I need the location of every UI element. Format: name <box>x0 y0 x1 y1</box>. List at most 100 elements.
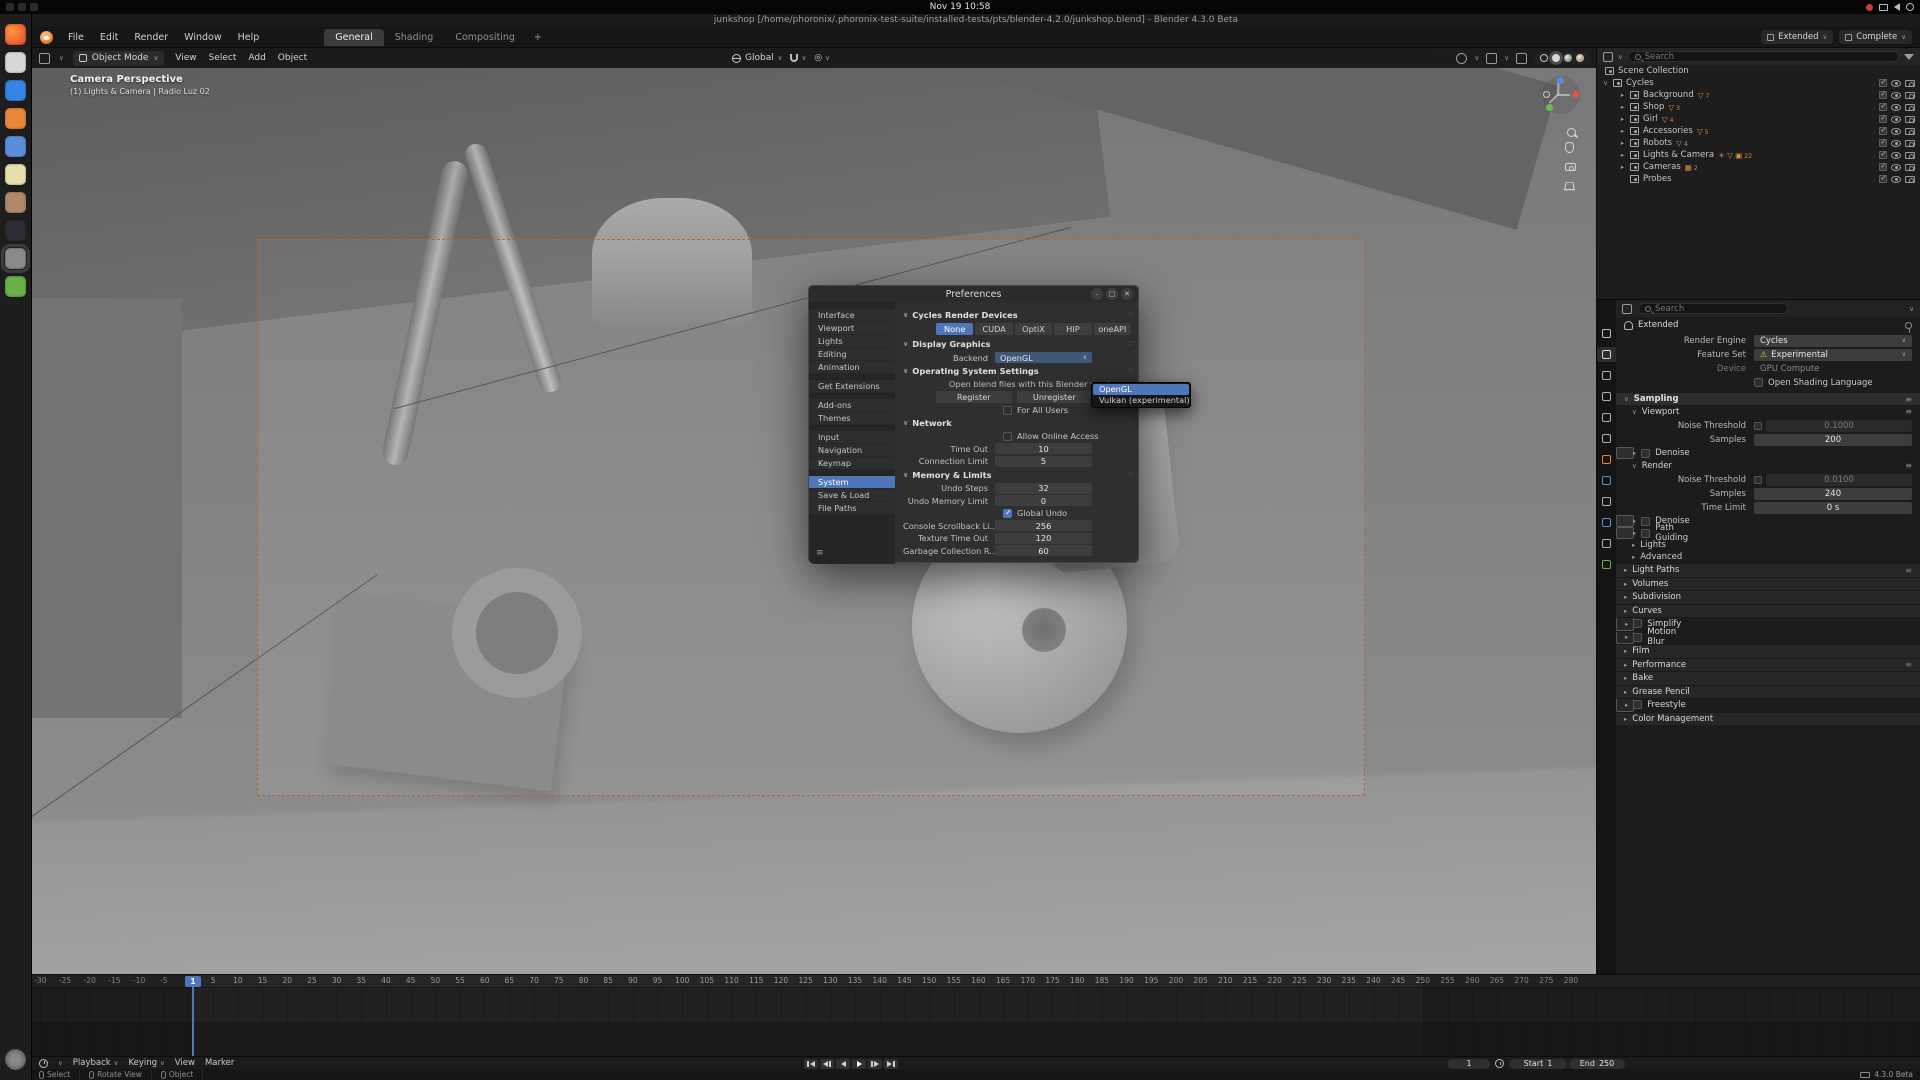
timeline-editor[interactable]: -30-25-20-15-10-551015202530354045505560… <box>32 974 1920 1056</box>
value-field[interactable]: 0 <box>995 495 1092 506</box>
checkbox-icon[interactable] <box>1633 619 1642 628</box>
properties-tab[interactable] <box>1597 326 1616 341</box>
cycles-render-devices-header[interactable]: ∨Cycles Render Devices∷ <box>903 309 1133 321</box>
outliner-row[interactable]: ▸ Robots ▽ 4 <box>1597 137 1920 149</box>
editor-type-icon[interactable] <box>39 53 50 64</box>
timeline-menu[interactable]: View <box>175 1058 195 1068</box>
checkbox-icon[interactable] <box>1633 700 1642 709</box>
toggle-xray-button[interactable] <box>1516 53 1527 64</box>
value-field[interactable]: 32 <box>995 483 1092 494</box>
chevron-right-icon[interactable]: ▸ <box>1633 529 1636 537</box>
timeline-menu[interactable]: Marker <box>205 1058 234 1068</box>
hide-viewport-eye-icon[interactable] <box>1891 92 1901 99</box>
osl-checkbox-row[interactable]: Open Shading Language <box>1754 378 1873 388</box>
dock-app-icon[interactable] <box>5 108 26 129</box>
menu-icon[interactable]: ≡ <box>816 548 824 558</box>
chevron-right-icon[interactable]: ▸ <box>1624 688 1627 696</box>
selectability-checkbox-icon[interactable] <box>1879 151 1887 159</box>
timeline-menu[interactable]: Keying∨ <box>128 1058 164 1068</box>
frame-start-field[interactable]: Start1 <box>1509 1059 1567 1069</box>
device-tab[interactable]: oneAPI <box>1094 323 1131 335</box>
snapping-toggle[interactable]: ∨ <box>790 54 806 62</box>
properties-search-input[interactable]: Search <box>1638 303 1788 314</box>
chevron-right-icon[interactable]: ▸ <box>1624 607 1627 615</box>
playhead[interactable]: 1 <box>185 976 201 987</box>
outliner-row[interactable]: Probes <box>1597 173 1920 185</box>
feature-set-dropdown[interactable]: ⚠Experimental∨ <box>1754 349 1912 361</box>
panel-header-row[interactable]: ▸ Light Paths ≡ <box>1616 563 1920 577</box>
pan-hand-icon[interactable] <box>1565 142 1574 153</box>
selectability-checkbox-icon[interactable] <box>1879 103 1887 111</box>
outliner-row[interactable]: ▸ Background ▽ 7 <box>1597 89 1920 101</box>
global-undo-row[interactable]: Global Undo <box>1003 508 1133 518</box>
disable-render-camera-icon[interactable] <box>1905 176 1915 183</box>
dock-app-icon[interactable] <box>5 192 26 213</box>
properties-tab[interactable] <box>1597 410 1616 425</box>
render-engine-dropdown[interactable]: Cycles∨ <box>1754 335 1912 347</box>
properties-tab[interactable] <box>1597 452 1616 467</box>
hide-viewport-eye-icon[interactable] <box>1891 176 1901 183</box>
panel-header-row[interactable]: ▸ Subdivision <box>1616 590 1920 604</box>
value-field[interactable]: 10 <box>995 443 1092 454</box>
preferences-sidebar-item[interactable]: Save & Load <box>809 489 895 502</box>
properties-tab[interactable] <box>1597 389 1616 404</box>
workspace-tab[interactable]: Shading <box>384 29 445 46</box>
sampling-panel-header[interactable]: ∨Sampling≡ <box>1616 392 1920 405</box>
previous-keyframe-button[interactable] <box>820 1059 834 1069</box>
menubar-menu[interactable]: Window <box>177 30 228 45</box>
properties-tab[interactable] <box>1597 494 1616 509</box>
pin-icon[interactable] <box>1905 322 1912 329</box>
dock-app-icon[interactable] <box>5 220 26 241</box>
camera-view-icon[interactable] <box>1565 163 1576 171</box>
display-graphics-header[interactable]: ∨Display Graphics∷ <box>903 338 1133 350</box>
disclosure-icon[interactable]: ▸ <box>1619 139 1626 147</box>
dock-app-icon[interactable] <box>5 276 26 297</box>
preferences-sidebar-item[interactable]: Themes <box>809 412 895 425</box>
disable-render-camera-icon[interactable] <box>1905 140 1915 147</box>
disclosure-icon[interactable]: ▸ <box>1619 103 1626 111</box>
hide-viewport-eye-icon[interactable] <box>1891 116 1901 123</box>
dock-app-icon[interactable] <box>5 80 26 101</box>
device-tab[interactable]: None <box>936 323 973 335</box>
view-layer-selector[interactable]: Complete∨ <box>1839 30 1912 44</box>
time-limit-field[interactable]: 0 s <box>1754 502 1912 514</box>
preferences-sidebar-item[interactable]: Input <box>809 431 895 444</box>
viewport-menu[interactable]: Select <box>207 53 239 63</box>
checkbox-icon[interactable] <box>1754 476 1762 484</box>
chevron-right-icon[interactable]: ▸ <box>1624 647 1627 655</box>
allow-online-access-row[interactable]: Allow Online Access <box>1003 431 1133 441</box>
preferences-sidebar-item[interactable]: Lights <box>809 335 895 348</box>
panel-header-row[interactable]: ▸ Performance ≡ <box>1616 658 1920 672</box>
chevron-right-icon[interactable]: ▸ <box>1625 620 1628 628</box>
viewport-menu[interactable]: Object <box>276 53 309 63</box>
memory-limits-header[interactable]: ∨Memory & Limits∷ <box>903 469 1133 481</box>
disclosure-icon[interactable]: ∨ <box>1602 79 1609 87</box>
checkbox-icon[interactable] <box>1754 378 1763 387</box>
hide-viewport-eye-icon[interactable] <box>1891 104 1901 111</box>
hide-viewport-eye-icon[interactable] <box>1891 164 1901 171</box>
preferences-titlebar[interactable]: Preferences – ▢ ✕ <box>809 286 1138 302</box>
device-tab[interactable]: OptiX <box>1015 323 1052 335</box>
timeline-menu[interactable]: Playback∨ <box>73 1058 119 1068</box>
hide-viewport-eye-icon[interactable] <box>1891 140 1901 147</box>
disclosure-icon[interactable]: ▸ <box>1619 127 1626 135</box>
subpanel-row[interactable]: ▸ Lights <box>1616 539 1920 551</box>
panel-header-row[interactable]: ▸ Volumes <box>1616 577 1920 591</box>
selectability-checkbox-icon[interactable] <box>1879 175 1887 183</box>
checkbox-icon[interactable] <box>1641 529 1650 538</box>
maximize-button[interactable]: ▢ <box>1106 288 1118 300</box>
x-axis-handle[interactable] <box>1572 91 1579 98</box>
device-tab[interactable]: HIP <box>1054 323 1091 335</box>
hide-viewport-eye-icon[interactable] <box>1891 80 1901 87</box>
panel-header-row[interactable]: ▸ Bake <box>1616 671 1920 685</box>
disable-render-camera-icon[interactable] <box>1905 80 1915 87</box>
dock-app-icon[interactable] <box>5 1049 26 1070</box>
menubar-menu[interactable]: Edit <box>93 30 125 45</box>
solid-shading-button[interactable] <box>1552 54 1560 62</box>
render-samples-field[interactable]: 240 <box>1754 488 1912 500</box>
screen-share-icon[interactable] <box>1879 4 1888 11</box>
use-preview-range-icon[interactable] <box>1495 1059 1504 1068</box>
disclosure-icon[interactable]: ▸ <box>1619 91 1626 99</box>
viewport-noise-threshold-field[interactable]: 0.1000 <box>1766 420 1912 432</box>
preferences-sidebar-item[interactable]: Editing <box>809 348 895 361</box>
